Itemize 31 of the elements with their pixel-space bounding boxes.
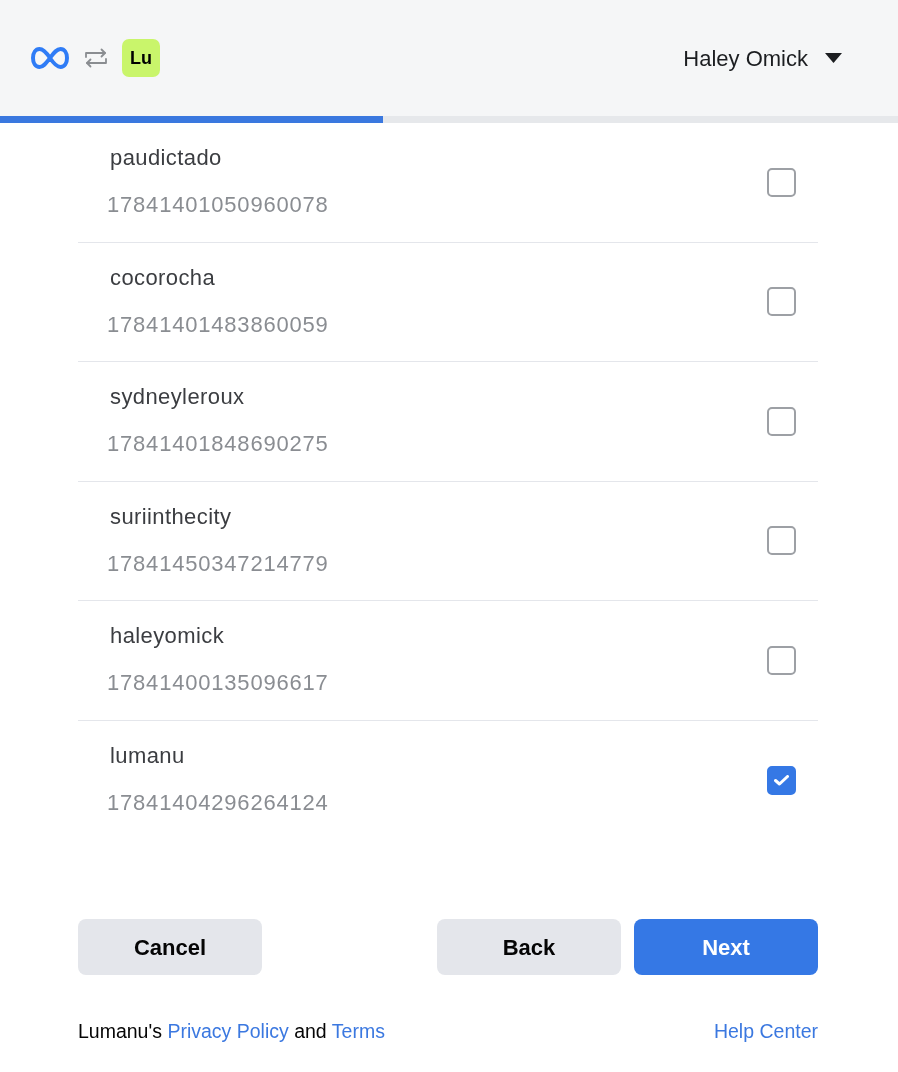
legal-link[interactable]: Terms <box>331 1020 385 1042</box>
checkbox[interactable] <box>767 167 796 197</box>
legal-notice: Lumanu's Privacy Policy and Terms <box>78 1019 385 1043</box>
checkbox[interactable] <box>767 406 796 436</box>
legal-link[interactable]: Privacy Policy <box>167 1020 289 1042</box>
checkbox[interactable] <box>767 287 796 317</box>
help-center-link[interactable]: Help Center <box>713 1019 818 1043</box>
action-button[interactable]: Cancel <box>78 919 262 975</box>
account-name: haleyomick <box>110 623 226 650</box>
check-icon <box>774 774 789 786</box>
account-name: lumanu <box>110 743 186 770</box>
checkbox[interactable] <box>767 765 796 795</box>
account-id: 17841400135096617 <box>107 669 329 698</box>
user-menu-button[interactable]: Haley Omick <box>683 41 842 75</box>
account-name: suriinthecity <box>110 503 233 530</box>
account-id: 17841404296264124 <box>107 789 329 818</box>
account-name: paudictado <box>110 145 223 172</box>
account-id: 17841401050960078 <box>107 191 329 220</box>
swap-arrows-icon <box>83 46 109 70</box>
checkbox[interactable] <box>767 526 796 556</box>
account-id: 17841401483860059 <box>107 310 329 339</box>
app-logo: Lu <box>122 39 160 77</box>
checkbox[interactable] <box>767 645 796 675</box>
action-button[interactable]: Next <box>634 919 818 975</box>
account-id: 17841450347214779 <box>107 549 329 578</box>
account-id: 17841401848690275 <box>107 430 329 459</box>
action-button[interactable]: Back <box>437 919 621 975</box>
caret-icon <box>825 53 842 63</box>
infinity-logo-icon <box>30 46 70 70</box>
account-name: sydneyleroux <box>110 384 246 411</box>
account-name: cocorocha <box>110 264 217 291</box>
